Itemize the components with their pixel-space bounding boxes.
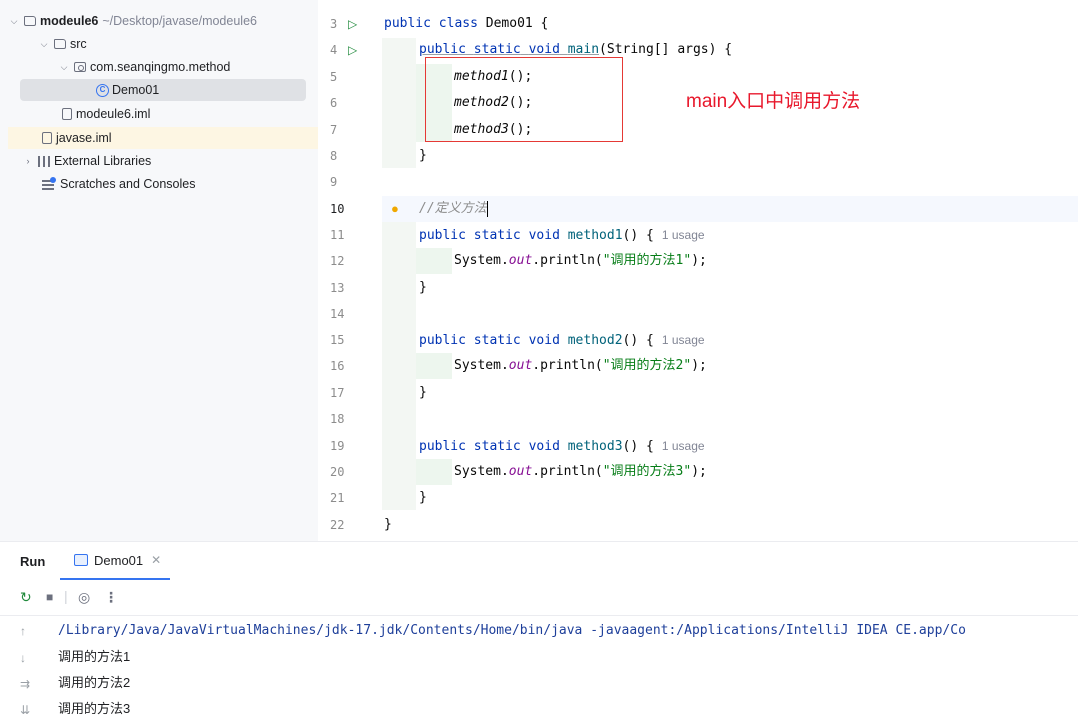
tree-item-src[interactable]: ⌵ src	[8, 33, 306, 55]
code-line: System.out.println("调用的方法3");	[454, 464, 707, 479]
package-icon	[74, 62, 86, 72]
scroll-up-icon[interactable]: ↑	[20, 624, 26, 638]
library-icon	[38, 155, 50, 167]
run-config-icon	[74, 554, 88, 566]
soft-wrap-icon[interactable]: ⇉	[20, 677, 30, 691]
code-line: System.out.println("调用的方法1");	[454, 253, 707, 268]
run-toolbar: ↻ ■ | ◎ ⋮	[0, 581, 1078, 616]
code-line: public class Demo01 {	[384, 16, 549, 31]
code-line: }	[419, 490, 427, 505]
code-line: public static void method3() {1 usage	[419, 439, 705, 454]
console-output[interactable]: ↑ ↓ ⇉ ⇊ /Library/Java/JavaVirtualMachine…	[0, 618, 1078, 722]
run-tab-demo01[interactable]: Demo01 ✕	[60, 542, 170, 580]
close-icon[interactable]: ✕	[151, 553, 161, 567]
class-icon: C	[96, 83, 109, 97]
annotation-box	[425, 57, 623, 142]
tree-item-module-iml[interactable]: modeule6.iml	[8, 103, 306, 125]
indent-guide	[382, 38, 416, 168]
class-label: Demo01	[112, 83, 160, 97]
module-path: ~/Desktop/javase/modeule6	[102, 14, 257, 28]
console-output-line: 调用的方法2	[58, 675, 131, 690]
usage-hint[interactable]: 1 usage	[662, 333, 705, 347]
module-name: modeule6	[40, 14, 99, 28]
code-editor[interactable]: 3 4 5 6 7 8 9 10 11 12 13 14 15 16 17 18…	[318, 0, 1078, 541]
line-number: 13	[330, 281, 345, 295]
external-libraries-label: External Libraries	[54, 154, 152, 168]
run-gutter-icon[interactable]: ▷	[348, 11, 357, 37]
toolbar-separator: |	[64, 588, 68, 604]
code-line: }	[419, 280, 427, 295]
project-tree: ⌵ modeule6 ~/Desktop/javase/modeule6 ⌵ s…	[0, 0, 318, 541]
annotation-note: main入口中调用方法	[686, 91, 861, 112]
line-number: 22	[330, 518, 345, 532]
line-number: 14	[330, 307, 345, 321]
usage-hint[interactable]: 1 usage	[662, 228, 705, 242]
lightbulb-icon[interactable]: ●	[391, 196, 399, 222]
tree-item-demo01[interactable]: C Demo01	[20, 79, 306, 101]
scratches-label: Scratches and Consoles	[60, 177, 196, 191]
camera-icon[interactable]: ◎	[78, 589, 90, 605]
folder-icon	[54, 39, 66, 49]
line-number: 18	[330, 412, 345, 426]
code-line: public static void method2() {1 usage	[419, 333, 705, 348]
more-options-icon[interactable]: ⋮	[104, 589, 118, 605]
line-number: 9	[330, 175, 338, 189]
line-number: 20	[330, 465, 345, 479]
chevron-right-icon[interactable]: ›	[22, 156, 34, 166]
run-tab-label: Demo01	[94, 552, 144, 568]
chevron-down-icon[interactable]: ⌵	[8, 16, 20, 27]
line-number: 12	[330, 254, 345, 268]
tree-item-module[interactable]: ⌵ modeule6 ~/Desktop/javase/modeule6	[8, 10, 306, 32]
line-number: 21	[330, 491, 345, 505]
scroll-down-icon[interactable]: ↓	[20, 651, 26, 665]
run-gutter-icon[interactable]: ▷	[348, 37, 357, 63]
tree-item-package[interactable]: ⌵ com.seanqingmo.method	[8, 56, 306, 78]
line-number: 11	[330, 228, 345, 242]
code-line: System.out.println("调用的方法2");	[454, 358, 707, 373]
module-folder-icon	[24, 16, 36, 26]
line-number: 16	[330, 359, 345, 373]
line-number: 6	[330, 96, 338, 110]
src-label: src	[70, 37, 87, 51]
code-line: //定义方法	[419, 200, 489, 217]
code-line: }	[419, 385, 427, 400]
indent-guide	[382, 222, 416, 510]
indent-guide	[416, 353, 452, 379]
rerun-icon[interactable]: ↻	[20, 589, 32, 605]
run-panel-title: Run	[20, 554, 46, 569]
code-line: }	[419, 148, 427, 163]
chevron-down-icon[interactable]: ⌵	[38, 39, 50, 50]
scratches-icon	[42, 176, 56, 190]
line-number: 15	[330, 333, 345, 347]
iml-file-icon	[42, 132, 52, 144]
usage-hint[interactable]: 1 usage	[662, 439, 705, 453]
iml-file-icon	[62, 108, 72, 120]
line-number: 19	[330, 439, 345, 453]
console-command-line: /Library/Java/JavaVirtualMachines/jdk-17…	[58, 623, 966, 638]
indent-guide	[416, 459, 452, 485]
javase-iml-label: javase.iml	[56, 131, 112, 145]
text-caret	[486, 200, 489, 217]
tree-item-scratches[interactable]: Scratches and Consoles	[8, 173, 306, 195]
tree-item-external-libraries[interactable]: › External Libraries	[8, 150, 306, 172]
console-output-line: 调用的方法1	[58, 649, 131, 664]
line-number: 8	[330, 149, 338, 163]
console-output-line: 调用的方法3	[58, 701, 131, 716]
code-line: }	[384, 517, 392, 532]
indent-guide	[416, 248, 452, 274]
stop-icon[interactable]: ■	[46, 589, 53, 605]
chevron-down-icon[interactable]: ⌵	[58, 62, 70, 73]
line-number: 5	[330, 70, 338, 84]
line-number: 10	[330, 202, 345, 216]
module-iml-label: modeule6.iml	[76, 107, 151, 121]
run-panel: Run Demo01 ✕ ↻ ■ | ◎ ⋮ ↑ ↓ ⇉ ⇊ /Library/…	[0, 541, 1078, 722]
run-tab-bar: Run Demo01 ✕	[0, 542, 1078, 580]
code-line: public static void method1() {1 usage	[419, 228, 705, 243]
tree-item-javase-iml[interactable]: javase.iml	[8, 127, 318, 149]
scroll-to-end-icon[interactable]: ⇊	[20, 703, 30, 717]
package-label: com.seanqingmo.method	[90, 60, 231, 74]
line-number: 17	[330, 386, 345, 400]
line-number: 7	[330, 123, 338, 137]
